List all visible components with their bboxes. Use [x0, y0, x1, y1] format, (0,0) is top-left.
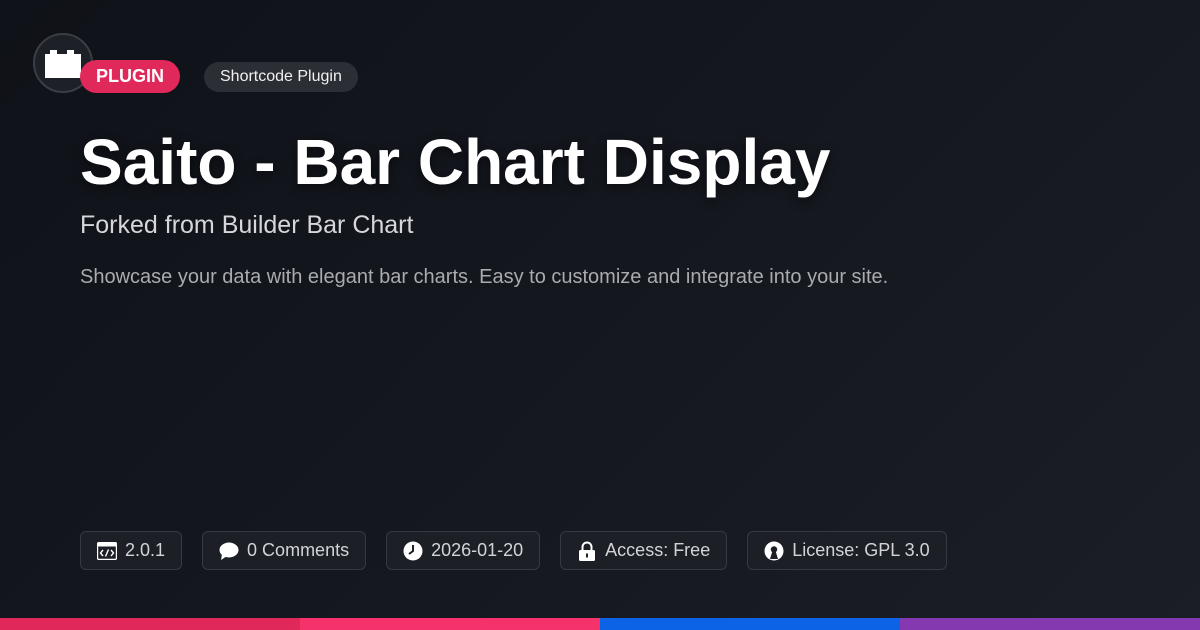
- plugin-block-icon: [45, 50, 81, 78]
- comments-chip[interactable]: 0 Comments: [202, 531, 367, 570]
- page-subtitle: Forked from Builder Bar Chart: [80, 211, 414, 239]
- accent-stripe: [900, 618, 1200, 630]
- accent-stripe: [0, 618, 300, 630]
- date-text: 2026-01-20: [431, 540, 524, 560]
- meta-row: 2.0.1 0 Comments 2026-01-20 Access: Free…: [80, 531, 947, 570]
- version-text: 2.0.1: [125, 540, 166, 560]
- clock-icon: [403, 541, 423, 561]
- speech-bubble-icon: [219, 541, 239, 561]
- code-window-icon: [97, 541, 117, 561]
- accent-stripe: [300, 618, 600, 630]
- plugin-type-badge[interactable]: Shortcode Plugin: [204, 62, 358, 92]
- license-text: License: GPL 3.0: [792, 540, 930, 560]
- accent-stripe: [600, 618, 900, 630]
- lock-icon: [577, 541, 597, 561]
- accent-stripes: [0, 618, 1200, 630]
- date-chip: 2026-01-20: [386, 531, 541, 570]
- version-chip: 2.0.1: [80, 531, 183, 570]
- license-chip[interactable]: License: GPL 3.0: [747, 531, 947, 570]
- comments-text: 0 Comments: [247, 540, 350, 560]
- access-text: Access: Free: [605, 540, 711, 560]
- page-description: Showcase your data with elegant bar char…: [80, 266, 889, 288]
- page-title: Saito - Bar Chart Display: [80, 126, 831, 198]
- open-source-icon: [764, 541, 784, 561]
- access-chip: Access: Free: [560, 531, 728, 570]
- category-badge[interactable]: PLUGIN: [80, 60, 181, 93]
